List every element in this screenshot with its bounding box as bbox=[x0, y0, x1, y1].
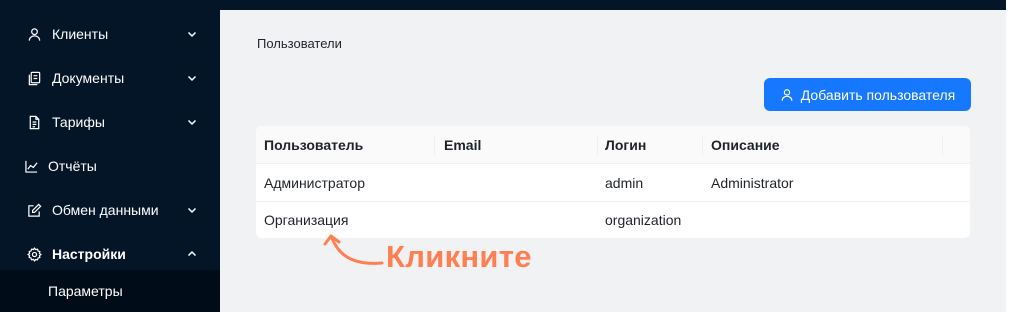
gear-icon bbox=[26, 246, 42, 262]
sidebar-item-label: Тарифы bbox=[52, 114, 105, 130]
users-table: Пользователь Email Логин Описание Админи… bbox=[256, 126, 970, 238]
page-title: Пользователи bbox=[257, 36, 342, 51]
top-bar bbox=[220, 0, 1006, 10]
chevron-down-icon bbox=[187, 75, 197, 82]
cell-login: organization bbox=[605, 212, 682, 228]
cell-login: admin bbox=[605, 174, 644, 191]
column-header-description[interactable]: Описание bbox=[711, 126, 780, 164]
column-divider bbox=[702, 135, 703, 155]
sidebar-item-label: Обмен данными bbox=[52, 202, 159, 218]
sidebar-subitem-label: Параметры bbox=[48, 283, 123, 299]
add-user-button[interactable]: Добавить пользователя bbox=[764, 78, 971, 111]
user-icon bbox=[26, 26, 42, 42]
curved-arrow-icon bbox=[323, 234, 384, 265]
documents-icon bbox=[26, 70, 42, 86]
sidebar-item-data-exchange[interactable]: Обмен данными bbox=[0, 188, 220, 232]
column-divider bbox=[597, 135, 598, 155]
chart-icon bbox=[24, 159, 38, 173]
sidebar-item-clients[interactable]: Клиенты bbox=[0, 12, 220, 56]
chevron-down-icon bbox=[187, 207, 197, 214]
user-icon bbox=[781, 88, 793, 101]
sidebar-item-reports[interactable]: Отчёты bbox=[0, 144, 220, 188]
click-hint-label: Кликните bbox=[386, 239, 532, 274]
sidebar-subitem-parameters[interactable]: Параметры bbox=[0, 270, 220, 312]
edit-icon bbox=[26, 202, 42, 218]
add-user-button-label: Добавить пользователя bbox=[800, 86, 956, 103]
sidebar-item-label: Документы bbox=[52, 70, 125, 86]
column-header-user[interactable]: Пользователь bbox=[264, 126, 363, 164]
cell-description: Administrator bbox=[711, 174, 794, 191]
table-header: Пользователь Email Логин Описание bbox=[256, 126, 970, 164]
cell-user: Администратор bbox=[264, 174, 366, 191]
sidebar-item-documents[interactable]: Документы bbox=[0, 56, 220, 100]
table-row[interactable]: Администратор admin Administrator bbox=[256, 164, 970, 202]
sidebar-item-tariffs[interactable]: Тарифы bbox=[0, 100, 220, 144]
scrollbar-track[interactable] bbox=[1006, 0, 1023, 312]
sidebar-item-label: Настройки bbox=[52, 246, 126, 262]
sidebar-item-label: Отчёты bbox=[48, 158, 97, 174]
chevron-down-icon bbox=[187, 31, 197, 38]
column-header-email[interactable]: Email bbox=[444, 126, 481, 164]
chevron-up-icon bbox=[187, 250, 197, 257]
tariff-icon bbox=[26, 114, 42, 130]
column-divider bbox=[434, 135, 435, 155]
column-header-login[interactable]: Логин bbox=[605, 126, 646, 164]
sidebar: Клиенты Документы Тарифы Отчёты Обмен да… bbox=[0, 0, 220, 312]
chevron-down-icon bbox=[187, 119, 197, 126]
sidebar-item-label: Клиенты bbox=[52, 26, 109, 42]
column-divider bbox=[942, 135, 943, 155]
